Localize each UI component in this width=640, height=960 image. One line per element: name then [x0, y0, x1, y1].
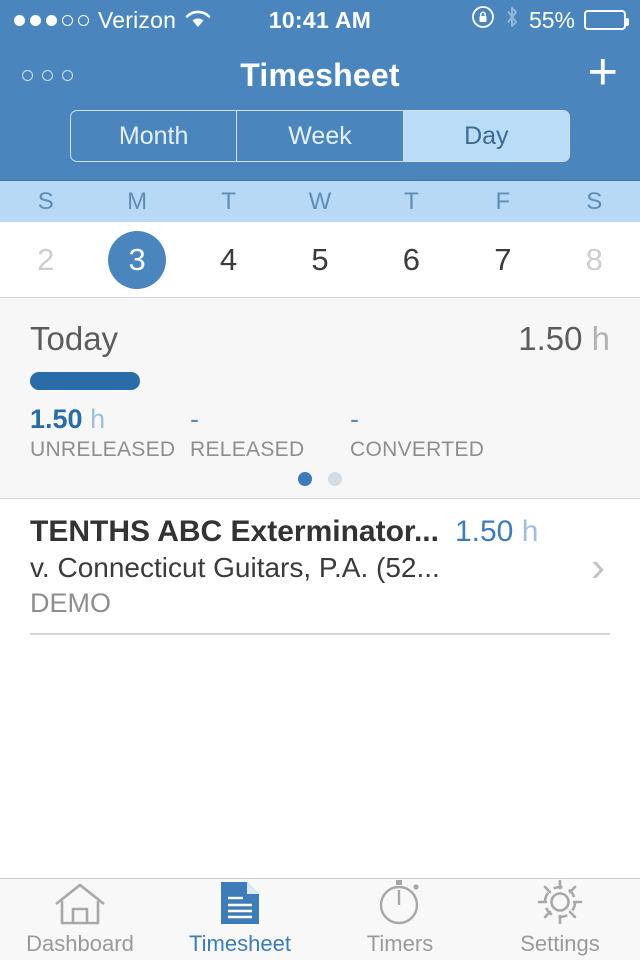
segment-month[interactable]: Month	[71, 111, 238, 161]
signal-strength-icon	[14, 14, 89, 26]
day-cell-4[interactable]: 4	[183, 231, 274, 289]
tab-label: Timers	[366, 931, 434, 956]
summary-card: Today 1.50 h 1.50 h UNRELEASED - RELEASED - C…	[0, 298, 640, 499]
stat-converted: - CONVERTED	[350, 404, 550, 462]
page-dot[interactable]	[298, 472, 312, 486]
summary-label: Today	[30, 320, 119, 357]
weekday-label: T	[221, 188, 236, 215]
home-icon	[52, 882, 108, 926]
entry-hours: 1.50 h	[454, 515, 539, 548]
timesheet-entry-row[interactable]: TENTHS ABC Exterminator... 1.50 h v. Conne…	[0, 499, 640, 633]
tab-bar: Dashboard Timesheet Timers Settings	[0, 878, 640, 960]
weekday-label: T	[404, 188, 419, 215]
bluetooth-icon	[504, 5, 520, 35]
stat-value: 1.50 h	[30, 404, 106, 434]
wifi-icon	[185, 7, 211, 34]
tab-timers[interactable]: Timers	[320, 880, 480, 957]
summary-total: 1.50 h	[518, 320, 610, 357]
weekday-header: SMTWTFS	[0, 180, 640, 222]
status-bar-left: Verizon	[14, 7, 211, 34]
status-bar-right: 55%	[471, 5, 629, 35]
signal-dot	[30, 14, 41, 26]
navigation-bar: Timesheet +	[0, 40, 640, 110]
signal-dot	[14, 14, 25, 26]
rotation-lock-icon	[471, 5, 495, 35]
stat-released: - RELEASED	[190, 404, 350, 462]
stat-label: RELEASED	[190, 438, 305, 461]
entry-tag: DEMO	[30, 588, 111, 618]
tab-timesheet[interactable]: Timesheet	[160, 882, 320, 957]
stat-value: -	[350, 404, 359, 434]
view-mode-segmented-control[interactable]: Month Week Day	[70, 110, 570, 162]
tab-label: Settings	[520, 931, 600, 956]
signal-dot	[62, 14, 73, 26]
progress-bar-track	[30, 372, 610, 390]
carrier-name: Verizon	[98, 6, 177, 33]
day-number: 8	[585, 241, 603, 277]
document-icon	[219, 882, 261, 926]
app-root: Verizon 10:41 AM 55% Timesheet + Month W…	[0, 0, 640, 960]
progress-bar-fill	[30, 372, 140, 390]
weekday-label: W	[308, 188, 332, 215]
tab-label: Timesheet	[189, 931, 291, 956]
day-number: 6	[402, 241, 421, 277]
segmented-control-container: Month Week Day	[0, 110, 640, 180]
day-cell-6[interactable]: 6	[366, 231, 457, 289]
timesheet-entry-list: TENTHS ABC Exterminator... 1.50 h v. Conne…	[0, 499, 640, 635]
day-cell-7[interactable]: 7	[457, 231, 548, 289]
weekday-label: S	[586, 188, 603, 215]
tab-dashboard[interactable]: Dashboard	[0, 882, 160, 957]
tab-settings[interactable]: Settings	[480, 879, 640, 957]
stopwatch-icon	[375, 880, 425, 926]
day-cell-8[interactable]: 8	[549, 231, 640, 289]
entry-subtitle: v. Connecticut Guitars, P.A. (52...	[30, 552, 440, 583]
stat-unreleased: 1.50 h UNRELEASED	[30, 404, 190, 462]
battery-percent-label: 55%	[528, 6, 575, 33]
day-strip[interactable]: 2 3 4 5 6 7 8	[0, 222, 640, 298]
weekday-label: M	[127, 188, 148, 215]
entry-content: TENTHS ABC Exterminator... 1.50 h v. Conne…	[30, 515, 578, 619]
day-number: 5	[311, 241, 329, 277]
page-dot[interactable]	[328, 472, 342, 486]
stat-label: CONVERTED	[350, 438, 485, 461]
entry-title-row: TENTHS ABC Exterminator... 1.50 h	[30, 515, 578, 549]
entry-title: TENTHS ABC Exterminator...	[30, 515, 439, 548]
day-number: 7	[494, 241, 512, 277]
day-number: 4	[219, 241, 238, 277]
day-cell-3[interactable]: 3	[91, 230, 182, 289]
three-circles-menu-icon[interactable]	[22, 69, 73, 81]
day-cell-5[interactable]: 5	[274, 231, 365, 289]
page-title: Timesheet	[240, 56, 400, 93]
list-separator	[30, 633, 610, 635]
signal-dot	[78, 14, 89, 26]
stat-value: -	[190, 404, 199, 434]
chevron-right-icon[interactable]: ›	[578, 515, 618, 619]
page-dots[interactable]	[30, 472, 610, 486]
tab-label: Dashboard	[26, 931, 134, 956]
segment-week[interactable]: Week	[237, 111, 404, 161]
signal-dot	[46, 14, 57, 26]
gear-icon	[536, 879, 584, 926]
status-bar: Verizon 10:41 AM 55%	[0, 0, 640, 40]
summary-stats-row: 1.50 h UNRELEASED - RELEASED - CONVERTED	[30, 404, 610, 462]
weekday-label: F	[495, 188, 511, 215]
plus-icon[interactable]: +	[588, 46, 618, 98]
day-number: 3	[108, 230, 167, 289]
weekday-label: S	[37, 188, 54, 215]
battery-icon	[584, 10, 629, 30]
summary-header-row: Today 1.50 h	[30, 320, 610, 358]
stat-label: UNRELEASED	[30, 438, 176, 461]
segment-day[interactable]: Day	[403, 111, 569, 161]
day-number: 2	[37, 241, 55, 277]
day-cell-2[interactable]: 2	[0, 231, 91, 289]
